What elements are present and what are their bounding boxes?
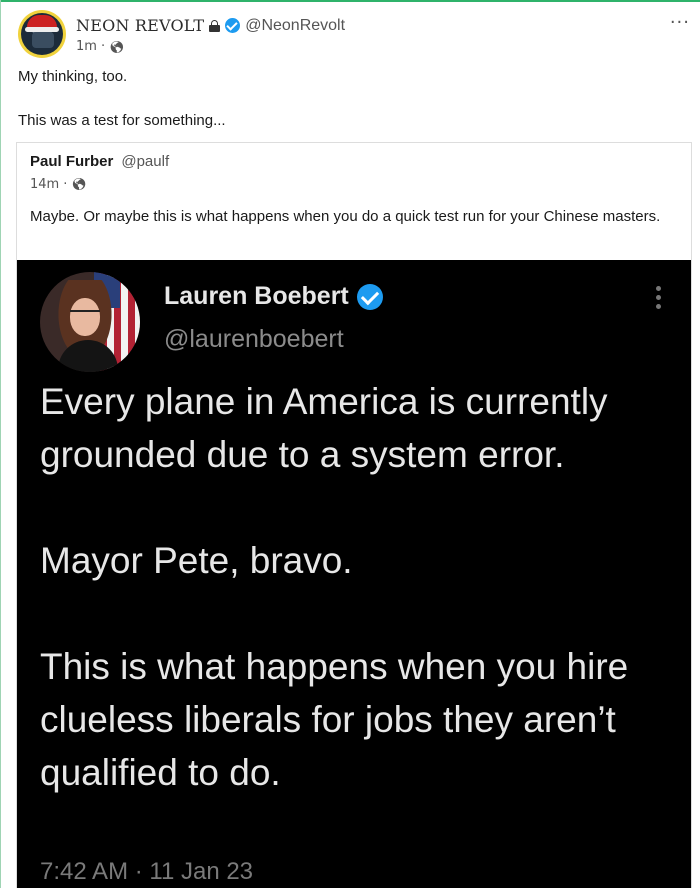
quoted-post-text: Maybe. Or maybe this is what happens whe… <box>30 208 661 225</box>
post-time[interactable]: 1m <box>76 39 97 54</box>
quoted-post-time[interactable]: 14m <box>30 177 59 192</box>
author-line: NEON REVOLT @NeonRevolt <box>76 16 345 35</box>
meta-separator: · <box>100 39 106 54</box>
top-accent-line <box>0 0 700 2</box>
tweet-author-avatar <box>40 272 140 372</box>
post-body: My thinking, too. This was a test for so… <box>18 66 678 132</box>
globe-icon: 🌎︎ <box>71 177 87 191</box>
verified-badge-icon <box>356 283 383 310</box>
author-avatar[interactable] <box>18 10 66 58</box>
more-horizontal-icon[interactable]: ··· <box>670 14 690 32</box>
verified-badge-icon <box>225 18 241 33</box>
quoted-post-card[interactable]: Paul Furber @paulf 14m · 🌎︎ Maybe. Or ma… <box>16 142 692 888</box>
author-display-name[interactable]: NEON REVOLT <box>76 16 204 35</box>
quoted-post-meta: 14m · 🌎︎ <box>30 177 87 192</box>
avatar-figure <box>32 32 54 48</box>
avatar-glasses <box>70 310 100 320</box>
tweet-paragraph: Every plane in America is currently grou… <box>40 381 608 475</box>
tweet-author-handle: @laurenboebert <box>164 325 344 353</box>
embedded-tweet-screenshot[interactable]: Lauren Boebert @laurenboebert Every plan… <box>17 260 691 888</box>
tweet-author-name: Lauren Boebert <box>164 282 349 310</box>
tweet-timestamp: 7:42 AM · 11 Jan 23 <box>40 858 254 885</box>
post-paragraph: This was a test for something... <box>18 112 226 129</box>
post-header: NEON REVOLT @NeonRevolt 1m · 🌎︎ ··· <box>18 10 690 60</box>
tweet-author-line: Lauren Boebert <box>164 282 383 311</box>
post-paragraph: My thinking, too. <box>18 68 128 85</box>
author-handle[interactable]: @NeonRevolt <box>245 17 345 35</box>
lock-icon <box>209 19 221 32</box>
tweet-body: Every plane in America is currently grou… <box>40 375 680 799</box>
quoted-author-line: Paul Furber @paulf <box>30 153 169 170</box>
quoted-author-name[interactable]: Paul Furber <box>30 153 113 170</box>
tweet-paragraph: Mayor Pete, bravo. <box>40 540 353 581</box>
more-vertical-icon <box>656 286 662 313</box>
quoted-author-handle[interactable]: @paulf <box>121 153 169 170</box>
tweet-paragraph: This is what happens when you hire cluel… <box>40 646 629 793</box>
meta-separator: · <box>63 177 68 192</box>
globe-icon: 🌎︎ <box>109 39 125 54</box>
left-accent-line <box>0 0 1 888</box>
post-meta: 1m · 🌎︎ <box>76 39 124 54</box>
